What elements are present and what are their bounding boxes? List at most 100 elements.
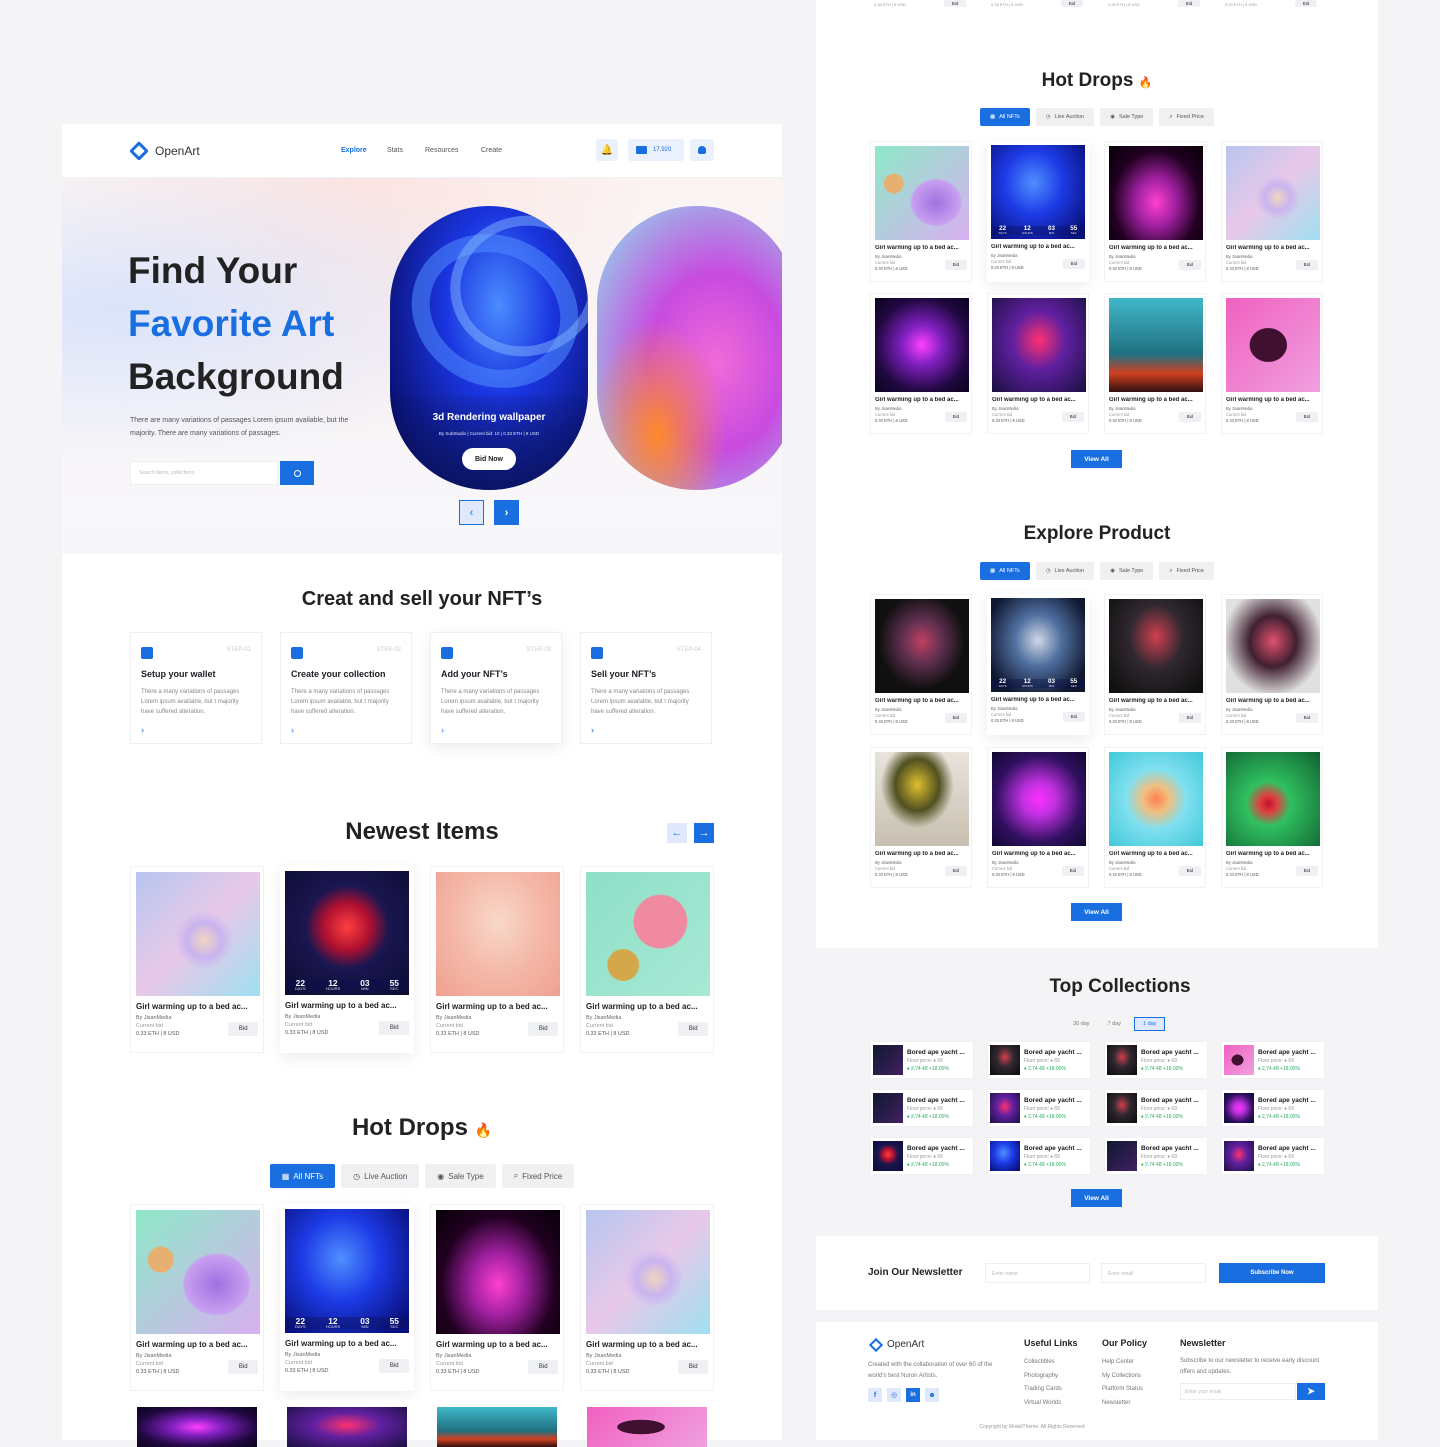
nft-image[interactable]: [136, 872, 260, 996]
nft-author[interactable]: By JisanMedia: [136, 1353, 171, 1359]
collection-item[interactable]: Bored ape yacht ... Floor price: ♦ 69 ♦ 2,…: [1104, 1089, 1208, 1127]
filter-tab[interactable]: ▦ All NFTs: [980, 562, 1030, 580]
nft-title[interactable]: Girl warming up to a bed ac...: [1226, 397, 1320, 403]
bid-button[interactable]: Bid: [228, 1022, 258, 1036]
bid-button[interactable]: Bid: [528, 1022, 558, 1036]
nft-card[interactable]: Girl warming up to a bed ac... By JisanMe…: [1104, 293, 1206, 435]
nft-image[interactable]: [1109, 599, 1203, 693]
step-card[interactable]: STEP-01 Setup your wallet There a many var…: [130, 632, 262, 744]
collection-image[interactable]: [1107, 1093, 1137, 1123]
bid-button[interactable]: Bid: [1295, 411, 1318, 422]
nft-image[interactable]: [437, 1407, 557, 1447]
collection-image[interactable]: [1107, 1141, 1137, 1171]
collection-name[interactable]: Bored ape yacht ...: [1258, 1049, 1316, 1056]
period-7day[interactable]: 7 day: [1103, 1018, 1126, 1030]
chevron-right-icon[interactable]: ›: [141, 725, 144, 735]
chevron-right-icon[interactable]: ›: [441, 725, 444, 735]
nft-card[interactable]: Girl warming up to a bed ac... By JisanMe…: [1221, 747, 1323, 889]
filter-tab[interactable]: ◉ Sale Type: [1100, 108, 1154, 126]
filter-tab[interactable]: ⌕ Fixed Price: [501, 1164, 575, 1188]
nft-image[interactable]: [875, 146, 969, 240]
nft-image[interactable]: [1109, 298, 1203, 392]
filter-tab[interactable]: ▦ All NFTs: [269, 1164, 336, 1188]
nft-card[interactable]: Girl warming up to a bed ac... By JisanMe…: [1104, 141, 1206, 283]
filter-tab[interactable]: ▦ All NFTs: [980, 108, 1030, 126]
nft-image[interactable]: [992, 298, 1086, 392]
collection-item[interactable]: Bored ape yacht ... Floor price: ♦ 69 ♦ 2,…: [987, 1089, 1091, 1127]
newest-prev-button[interactable]: ←: [667, 823, 687, 843]
collection-image[interactable]: [873, 1045, 903, 1075]
nft-image[interactable]: 22 DAYS 12 HOURS 03 MIN 55 SEC: [991, 145, 1085, 239]
nft-image[interactable]: [875, 599, 969, 693]
footer-link[interactable]: My Collections: [1102, 1370, 1143, 1384]
collection-item[interactable]: Bored ape yacht ... Floor price: ♦ 69 ♦ 2,…: [1221, 1089, 1325, 1127]
collection-name[interactable]: Bored ape yacht ...: [907, 1049, 965, 1056]
nft-image[interactable]: [1226, 599, 1320, 693]
facebook-icon[interactable]: f: [868, 1388, 882, 1402]
nft-card[interactable]: Girl warming up to a bed ac... By JisanMe…: [1104, 747, 1206, 889]
nav-create[interactable]: Create: [481, 147, 502, 154]
bid-button[interactable]: Bid: [1178, 259, 1201, 270]
bid-button[interactable]: Bid: [1061, 865, 1084, 876]
step-card[interactable]: STEP-04 Sell your NFT’s There a many varia…: [580, 632, 712, 744]
collection-name[interactable]: Bored ape yacht ...: [907, 1145, 965, 1152]
nft-image[interactable]: [586, 1210, 710, 1334]
nft-image[interactable]: [287, 1407, 407, 1447]
nft-author[interactable]: By JisanMedia: [1226, 406, 1253, 411]
bid-button[interactable]: Bid: [678, 1360, 708, 1374]
collection-item[interactable]: Bored ape yacht ... Floor price: ♦ 69 ♦ 2,…: [870, 1089, 974, 1127]
filter-tab[interactable]: ◷ Live Auction: [341, 1164, 420, 1188]
nft-image[interactable]: [1109, 752, 1203, 846]
nft-author[interactable]: By JisanMedia: [991, 706, 1018, 711]
nft-author[interactable]: By JisanMedia: [285, 1014, 320, 1020]
collection-item[interactable]: Bored ape yacht ... Floor price: ♦ 69 ♦ 2,…: [987, 1137, 1091, 1175]
filter-tab[interactable]: ◉ Sale Type: [425, 1164, 496, 1188]
nft-card[interactable]: 22 DAYS 12 HOURS 03 MIN 55 SEC Girl warming up t…: [987, 141, 1089, 283]
nft-image[interactable]: [875, 752, 969, 846]
explore-view-all[interactable]: View All: [1071, 903, 1122, 921]
nft-card[interactable]: [580, 1400, 714, 1447]
collection-item[interactable]: Bored ape yacht ... Floor price: ♦ 69 ♦ 2,…: [870, 1137, 974, 1175]
nft-author[interactable]: By JisanMedia: [1109, 406, 1136, 411]
collection-name[interactable]: Bored ape yacht ...: [1141, 1097, 1199, 1104]
bid-button[interactable]: Bid: [528, 1360, 558, 1374]
profile-button[interactable]: [690, 139, 714, 161]
nft-author[interactable]: By JisanMedia: [1109, 860, 1136, 865]
nft-title[interactable]: Girl warming up to a bed ac...: [436, 1002, 560, 1011]
bid-button[interactable]: Bid: [1062, 258, 1085, 269]
collection-name[interactable]: Bored ape yacht ...: [1258, 1145, 1316, 1152]
hero-next-button[interactable]: ›: [494, 500, 519, 525]
nft-title[interactable]: Girl warming up to a bed ac...: [285, 1001, 409, 1010]
nft-author[interactable]: By JisanMedia: [285, 1352, 320, 1358]
nft-card[interactable]: Girl warming up to a bed ac... By JisanMe…: [130, 1204, 264, 1391]
nft-card[interactable]: Girl warming up to a bed ac... By JisanMe…: [870, 141, 972, 283]
collection-image[interactable]: [1224, 1141, 1254, 1171]
footer-send-button[interactable]: ➤: [1297, 1383, 1325, 1400]
nft-author[interactable]: By JisanMedia: [1226, 860, 1253, 865]
nft-title[interactable]: Girl warming up to a bed ac...: [875, 851, 969, 857]
nft-title[interactable]: Girl warming up to a bed ac...: [586, 1002, 710, 1011]
chevron-right-icon[interactable]: ›: [291, 725, 294, 735]
nft-title[interactable]: Girl warming up to a bed ac...: [285, 1339, 409, 1348]
bid-button[interactable]: Bid: [1178, 865, 1201, 876]
nft-card[interactable]: Girl warming up to a bed ac... By JisanMe…: [1104, 594, 1206, 736]
bid-button[interactable]: Bid: [1295, 712, 1318, 723]
bid-button[interactable]: Bid: [1178, 0, 1200, 7]
bid-button[interactable]: Bid: [1178, 411, 1201, 422]
bid-button[interactable]: Bid: [944, 865, 967, 876]
hotdrops-view-all[interactable]: View All: [1071, 450, 1122, 468]
collection-name[interactable]: Bored ape yacht ...: [1024, 1049, 1082, 1056]
footer-link[interactable]: Collectibles: [1024, 1356, 1062, 1370]
collection-image[interactable]: [990, 1141, 1020, 1171]
hero-search-button[interactable]: [280, 461, 314, 485]
hero-second-card[interactable]: [597, 206, 797, 490]
nft-author[interactable]: By JisanMedia: [875, 707, 902, 712]
nft-author[interactable]: By JisanMedia: [436, 1015, 471, 1021]
nft-card[interactable]: Girl warming up to a bed ac... By JisanMe…: [580, 1204, 714, 1391]
nft-card[interactable]: Girl warming up to a bed ac... By JisanMe…: [870, 293, 972, 435]
footer-link[interactable]: Newsletter: [1102, 1397, 1143, 1411]
nft-title[interactable]: Girl warming up to a bed ac...: [436, 1340, 560, 1349]
nft-card[interactable]: Girl warming up to a bed ac... By JisanMe…: [430, 866, 564, 1053]
collection-image[interactable]: [990, 1093, 1020, 1123]
nft-card[interactable]: Girl warming up to a bed ac... By JisanMe…: [987, 293, 1089, 435]
